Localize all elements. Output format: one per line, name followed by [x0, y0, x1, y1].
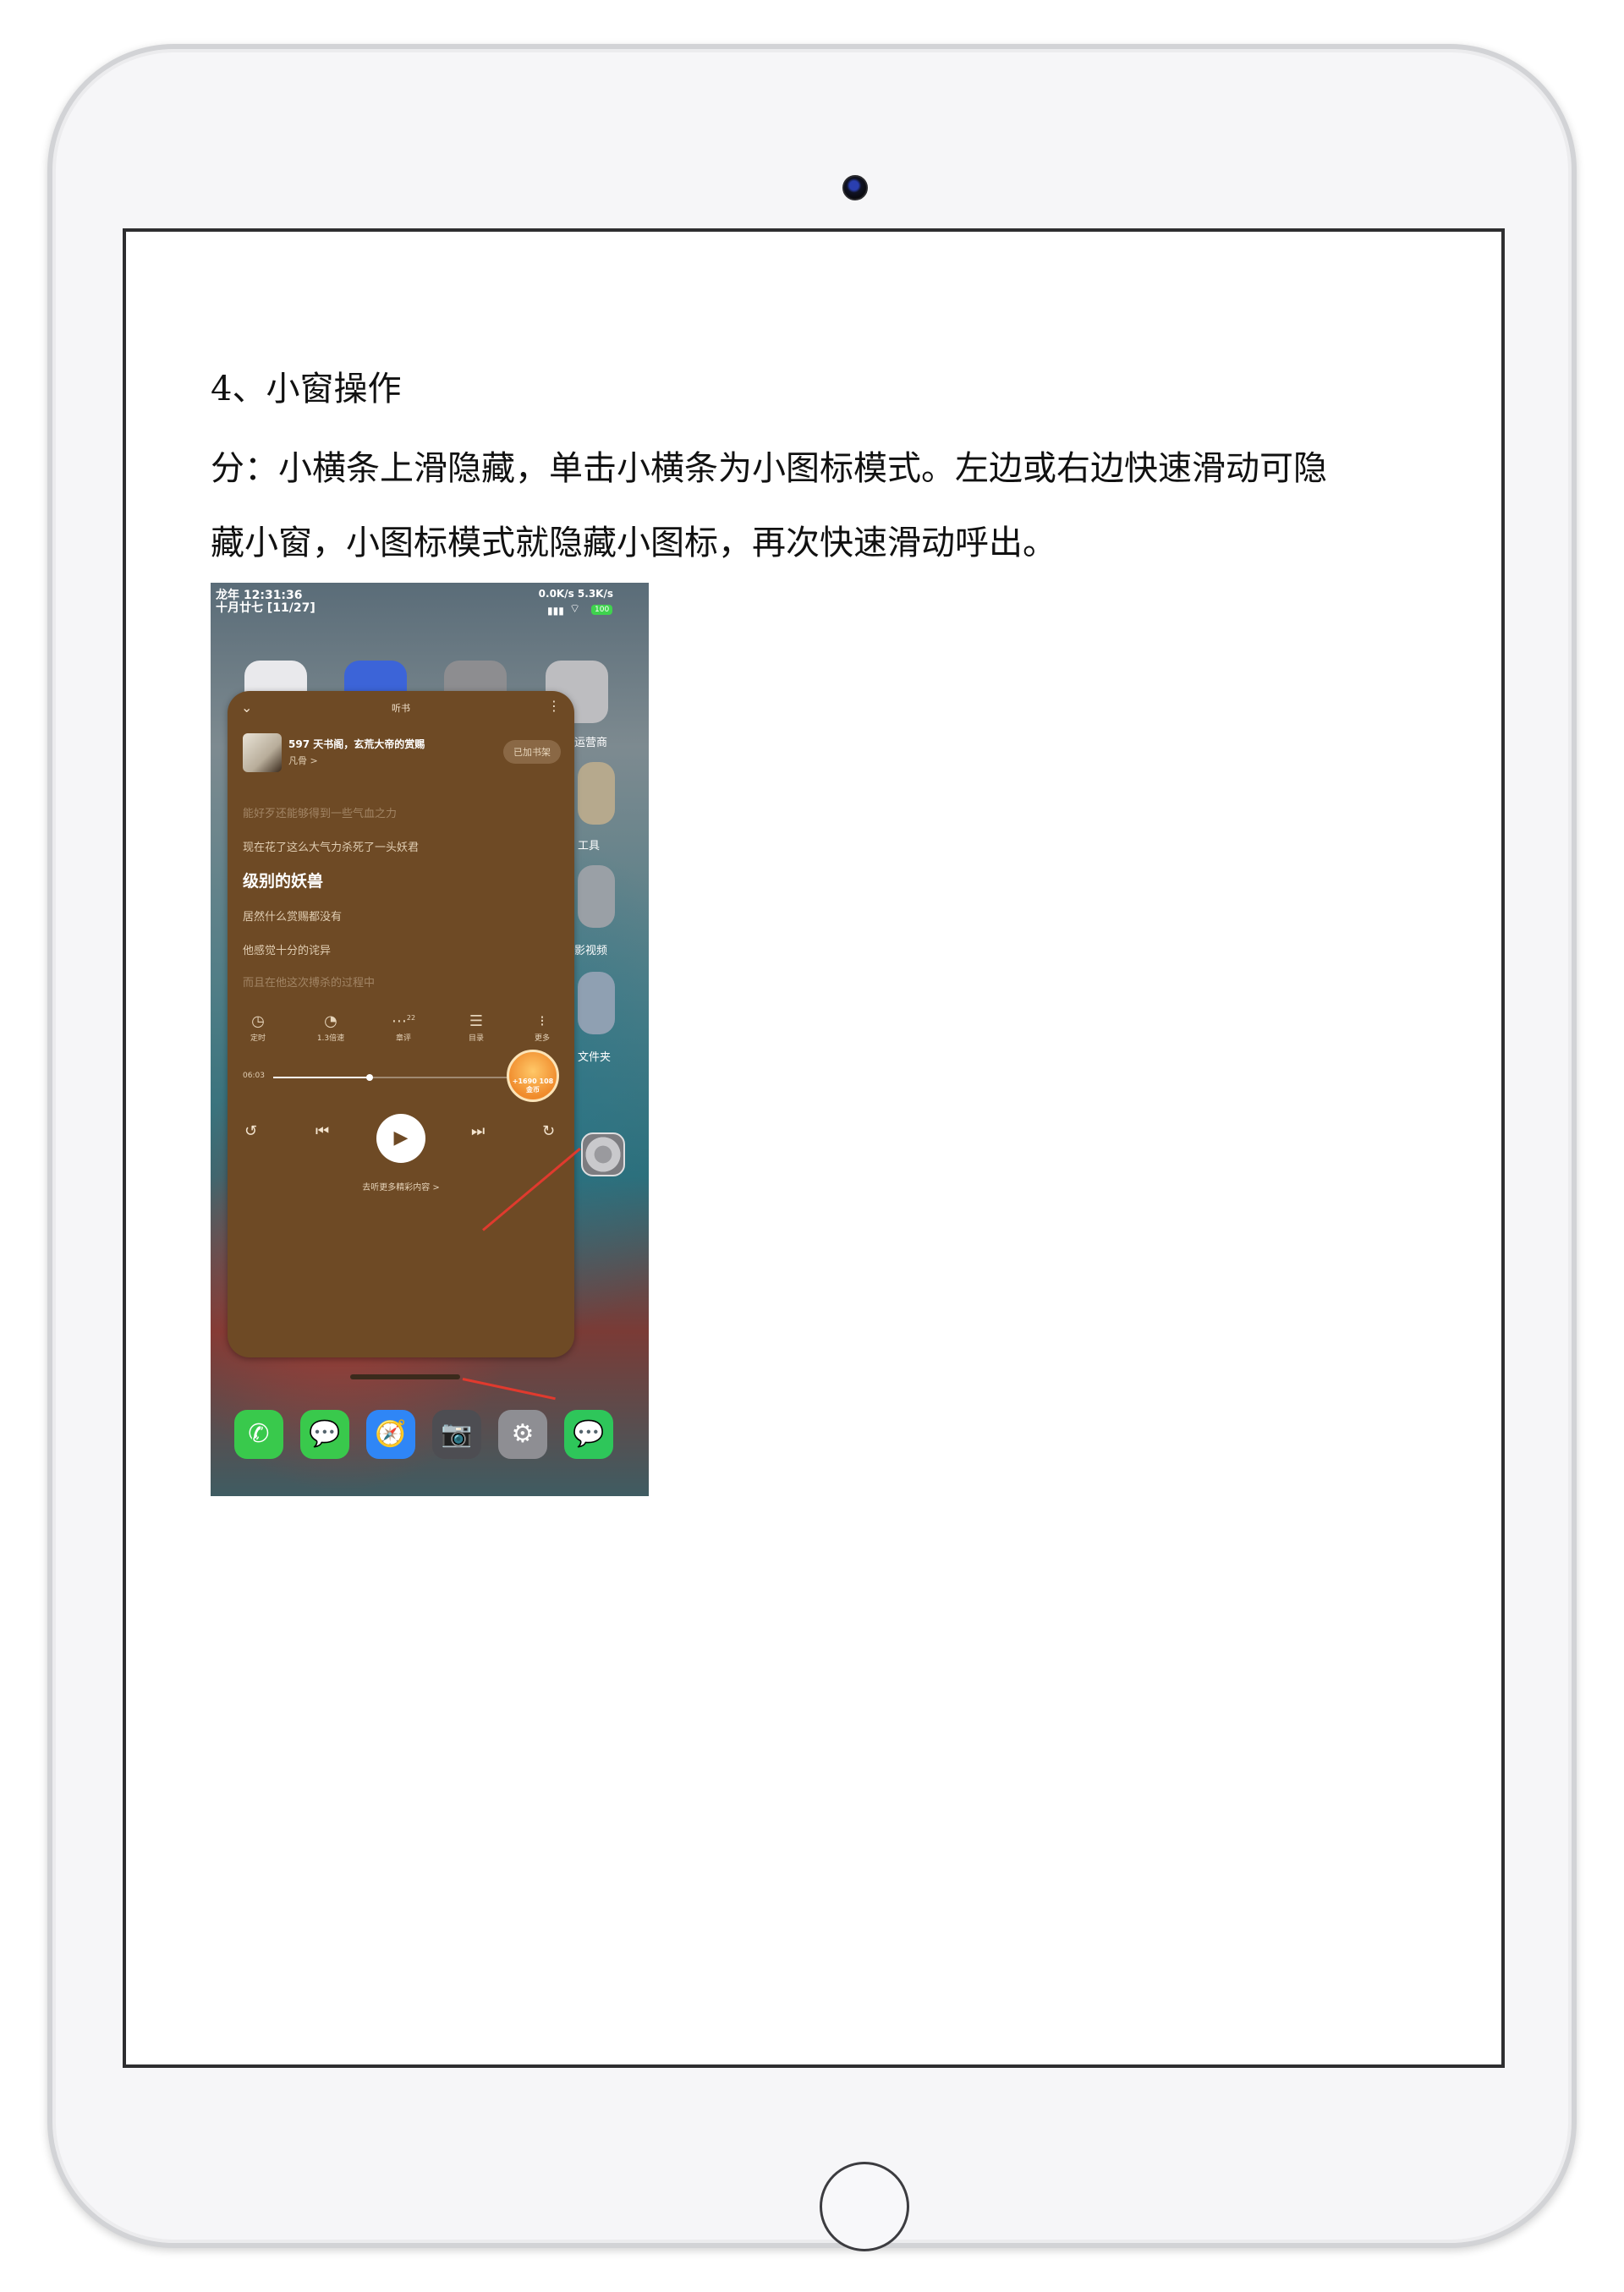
lyric-current-line: 级别的妖兽 — [243, 872, 324, 891]
previous-icon[interactable]: ⏮ — [315, 1122, 329, 1140]
added-to-shelf-button[interactable]: 已加书架 — [503, 740, 561, 764]
bg-app-label: 工具 — [578, 840, 601, 853]
document-page: 4、小窗操作 分：小横条上滑隐藏，单击小横条为小图标模式。左边或右边快速滑动可隐… — [123, 228, 1505, 2068]
bg-app-label: 影视频 — [574, 945, 608, 957]
speed-label: 1.3倍速 — [316, 1034, 345, 1043]
more-label: 更多 — [534, 1034, 550, 1043]
status-date: 十月廿七 [11/27] — [216, 601, 315, 615]
home-button[interactable] — [820, 2162, 909, 2251]
floating-window[interactable]: ⌄ 听书 ⋮ 597 天书阁，玄荒大帝的赏赐 凡骨 > 已加书架 能好歹还能够得… — [228, 691, 574, 1357]
forward-15-icon[interactable]: ↻ — [542, 1122, 555, 1140]
catalog-button[interactable]: ☰ 目录 — [449, 1012, 503, 1043]
instruction-paragraph: 分：小横条上滑隐藏，单击小横条为小图标模式。左边或右边快速滑动可隐 藏小窗，小图… — [211, 431, 1446, 580]
window-title: 听书 — [392, 703, 410, 714]
lyric-line: 而且在他这次搏杀的过程中 — [243, 977, 376, 990]
more-vertical-icon[interactable]: ⋮ — [547, 698, 561, 714]
status-clock: 龙年 12:31:36 — [216, 589, 303, 602]
mini-window-icon[interactable] — [581, 1132, 625, 1176]
wifi-icon: ⌔ — [569, 602, 581, 616]
window-handle-bar[interactable] — [350, 1374, 460, 1379]
book-cover[interactable] — [243, 733, 282, 772]
timer-button[interactable]: ◷ 定时 — [231, 1012, 285, 1043]
timer-icon: ◷ — [251, 1012, 265, 1030]
section-heading: 4、小窗操作 — [211, 370, 402, 409]
lyric-line: 能好歹还能够得到一些气血之力 — [243, 808, 398, 820]
more-content-link[interactable]: 去听更多精彩内容 > — [228, 1180, 574, 1193]
net-speed: 0.0K/s 5.3K/s — [538, 588, 613, 600]
phone-screenshot: 龙年 12:31:36 十月廿七 [11/27] 0.0K/s 5.3K/s ▮… — [211, 583, 649, 1496]
coin-badge-text: +1690 108金币 — [512, 1077, 554, 1094]
play-button[interactable]: ▶ — [376, 1114, 425, 1163]
catalog-icon: ☰ — [469, 1012, 484, 1030]
comment-label: 章评 — [395, 1034, 411, 1043]
tool-row: ◷ 定时 ◔ 1.3倍速 ⋯22 章评 ☰ 目录 ⁝ 更多 — [228, 1012, 574, 1053]
status-icons: ▮▮▮ ⌔ 100 — [547, 601, 615, 617]
settings-app-icon[interactable]: ⚙ — [498, 1410, 547, 1459]
speed-button[interactable]: ◔ 1.3倍速 — [304, 1012, 358, 1043]
lyric-line: 现在花了这么大气力杀死了一头妖君 — [243, 842, 420, 854]
book-author[interactable]: 凡骨 > — [288, 754, 318, 767]
timer-label: 定时 — [250, 1034, 266, 1043]
phone-app-icon[interactable]: ✆ — [234, 1410, 283, 1459]
bg-folder-icon[interactable] — [578, 972, 615, 1034]
comment-button[interactable]: ⋯22 章评 — [376, 1012, 431, 1043]
rewind-15-icon[interactable]: ↺ — [244, 1122, 257, 1140]
camera-app-icon[interactable]: 📷 — [432, 1410, 481, 1459]
battery-icon: 100 — [591, 605, 613, 615]
speed-icon: ◔ — [324, 1012, 337, 1030]
window-top-bar: ⌄ 听书 ⋮ — [228, 696, 574, 720]
play-icon: ▶ — [393, 1127, 409, 1149]
safari-app-icon[interactable]: 🧭 — [366, 1410, 415, 1459]
messages-app-icon[interactable]: 💬 — [300, 1410, 349, 1459]
document-text: 4、小窗操作 分：小横条上滑隐藏，单击小横条为小图标模式。左边或右边快速滑动可隐… — [211, 359, 1446, 580]
signal-icon: ▮▮▮ — [547, 605, 564, 617]
progress-knob[interactable] — [366, 1074, 373, 1081]
paragraph-line-1: 分：小横条上滑隐藏，单击小横条为小图标模式。左边或右边快速滑动可隐 — [211, 449, 1327, 488]
paragraph-line-2: 藏小窗，小图标模式就隐藏小图标，再次快速滑动呼出。 — [211, 524, 1056, 562]
comment-count: 22 — [406, 1014, 416, 1022]
book-title[interactable]: 597 天书阁，玄荒大帝的赏赐 — [288, 737, 425, 751]
status-time: 龙年 12:31:36 十月廿七 [11/27] — [216, 589, 315, 615]
dock: ✆ 💬 🧭 📷 ⚙ 💬 — [234, 1410, 623, 1461]
next-icon[interactable]: ⏭ — [471, 1122, 485, 1140]
bg-app-label: 运营商 — [574, 737, 608, 749]
coin-reward-badge[interactable]: +1690 108金币 — [507, 1050, 559, 1102]
comment-icon: ⋯22 — [391, 1012, 416, 1030]
progress-slider[interactable] — [273, 1074, 527, 1081]
lyric-line: 他感觉十分的诧异 — [243, 945, 332, 957]
catalog-label: 目录 — [468, 1034, 484, 1043]
progress-time: 06:03 — [243, 1072, 265, 1080]
bg-folder-icon[interactable] — [578, 865, 615, 928]
bg-app-label: 文件夹 — [578, 1051, 612, 1064]
annotation-arrow — [462, 1378, 556, 1401]
wechat-app-icon[interactable]: 💬 — [564, 1410, 613, 1459]
lyric-line: 居然什么赏赐都没有 — [243, 911, 343, 924]
more-button[interactable]: ⁝ 更多 — [515, 1012, 569, 1043]
more-icon: ⁝ — [540, 1012, 545, 1030]
progress-fill — [273, 1077, 370, 1078]
bg-folder-icon[interactable] — [578, 762, 615, 825]
camera-icon — [842, 175, 868, 200]
